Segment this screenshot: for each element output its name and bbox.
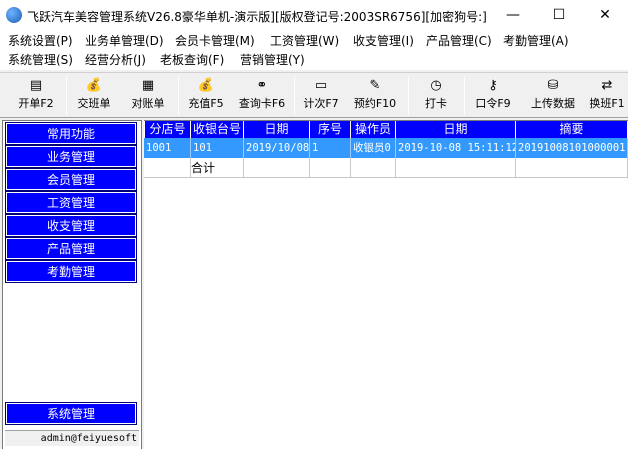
data-grid: 分店号 收银台号 日期 序号 操作员 日期 摘要 1001 101 2019/1… xyxy=(144,120,628,449)
menu-products[interactable]: 产品管理(C) xyxy=(424,32,494,50)
menu-analysis[interactable]: 经营分析(J) xyxy=(83,51,148,69)
binoculars-icon: ⚭ xyxy=(256,78,268,93)
password-button[interactable]: ⚷ 口令F9 xyxy=(468,76,518,116)
column-header[interactable]: 日期 xyxy=(244,121,310,138)
total-label: 合计 xyxy=(191,158,244,178)
money-bag-icon: 💰 xyxy=(85,78,103,93)
table-cell: 收银员0 xyxy=(351,138,396,158)
menu-income-expense[interactable]: 收支管理(I) xyxy=(351,32,416,50)
column-header[interactable]: 摘要 xyxy=(516,121,628,138)
toolbar-label: 计次F7 xyxy=(303,97,339,110)
shift-report-button[interactable]: 💰 交班单 xyxy=(70,76,118,116)
toolbar-separator xyxy=(294,77,295,115)
table-cell xyxy=(516,158,628,178)
table-cell xyxy=(351,158,396,178)
menu-system-admin[interactable]: 系统管理(S) xyxy=(6,51,75,69)
grid-header: 分店号 收银台号 日期 序号 操作员 日期 摘要 xyxy=(144,121,628,138)
app-logo-icon xyxy=(6,7,22,23)
booking-icon: ✎ xyxy=(369,78,381,93)
sidebar-item-members[interactable]: 会员管理 xyxy=(5,168,137,191)
column-header[interactable]: 分店号 xyxy=(145,121,191,138)
menu-payroll[interactable]: 工资管理(W) xyxy=(268,32,341,50)
toolbar-label: 预约F10 xyxy=(353,97,397,110)
minimize-button[interactable]: — xyxy=(490,0,536,30)
sidebar-item-system[interactable]: 系统管理 xyxy=(5,402,137,425)
column-header[interactable]: 日期 xyxy=(396,121,516,138)
toolbar-label: 交班单 xyxy=(77,97,111,110)
table-cell xyxy=(396,158,516,178)
table-cell: 2019/10/08 xyxy=(244,138,310,158)
table-row[interactable]: 1001 101 2019/10/08 1 收银员0 2019-10-08 15… xyxy=(144,138,628,158)
total-row: 合计 xyxy=(144,158,628,178)
column-header[interactable]: 操作员 xyxy=(351,121,396,138)
toolbar-label: 开单F2 xyxy=(18,97,54,110)
toolbar-label: 充值F5 xyxy=(188,97,224,110)
maximize-button[interactable]: ☐ xyxy=(536,0,582,30)
clock-icon: ◷ xyxy=(430,78,442,93)
table-cell: 20191008101000001-现 xyxy=(516,138,628,158)
shift-icon: ⇄ xyxy=(601,78,613,93)
open-order-icon: ▤ xyxy=(29,78,43,93)
sidebar-item-income[interactable]: 收支管理 xyxy=(5,214,137,237)
menu-system-settings[interactable]: 系统设置(P) xyxy=(6,32,75,50)
booking-button[interactable]: ✎ 预约F10 xyxy=(348,76,402,116)
status-user: admin@feiyuesoft xyxy=(5,430,139,446)
sidebar-item-common[interactable]: 常用功能 xyxy=(5,122,137,145)
menu-marketing[interactable]: 营销管理(Y) xyxy=(238,51,307,69)
close-button[interactable]: ✕ xyxy=(582,0,628,30)
toolbar-label: 对账单 xyxy=(131,97,165,110)
toolbar-label: 换班F1 xyxy=(589,97,625,110)
window-title: 飞跃汽车美容管理系统V26.8豪华单机-演示版][版权登记号:2003SR675… xyxy=(27,10,487,24)
table-cell xyxy=(244,158,310,178)
toolbar-label: 查询卡F6 xyxy=(238,97,286,110)
reconciliation-button[interactable]: ▦ 对账单 xyxy=(124,76,172,116)
clock-in-button[interactable]: ◷ 打卡 xyxy=(414,76,458,116)
toolbar-separator xyxy=(66,77,67,115)
toolbar-label: 打卡 xyxy=(425,97,447,110)
money-bag-icon: 💰 xyxy=(197,78,215,93)
column-header[interactable]: 收银台号 xyxy=(191,121,244,138)
sidebar: 常用功能 业务管理 会员管理 工资管理 收支管理 产品管理 考勤管理 系统管理 … xyxy=(2,120,142,449)
open-order-button[interactable]: ▤ 开单F2 xyxy=(10,76,62,116)
menu-member-cards[interactable]: 会员卡管理(M) xyxy=(173,32,257,50)
ledger-icon: ▦ xyxy=(141,78,155,93)
menu-boss-query[interactable]: 老板查询(F) xyxy=(158,51,226,69)
recharge-button[interactable]: 💰 充值F5 xyxy=(182,76,230,116)
change-shift-button[interactable]: ⇄ 换班F1 xyxy=(586,76,628,116)
menu-bar: 系统设置(P) 业务单管理(D) 会员卡管理(M) 工资管理(W) 收支管理(I… xyxy=(0,30,628,70)
query-card-button[interactable]: ⚭ 查询卡F6 xyxy=(233,76,291,116)
table-cell: 2019-10-08 15:11:12 xyxy=(396,138,516,158)
toolbar-separator xyxy=(178,77,179,115)
table-cell: 1001 xyxy=(144,138,191,158)
menu-attendance[interactable]: 考勤管理(A) xyxy=(501,32,571,50)
table-cell: 1 xyxy=(310,138,351,158)
menu-business-orders[interactable]: 业务单管理(D) xyxy=(83,32,166,50)
column-header[interactable]: 序号 xyxy=(310,121,351,138)
sidebar-item-payroll[interactable]: 工资管理 xyxy=(5,191,137,214)
database-icon: ⛁ xyxy=(547,78,559,93)
table-cell xyxy=(144,158,191,178)
sidebar-item-business[interactable]: 业务管理 xyxy=(5,145,137,168)
key-icon: ⚷ xyxy=(488,78,498,93)
card-icon: ▭ xyxy=(314,78,328,93)
table-cell: 101 xyxy=(191,138,244,158)
toolbar-label: 口令F9 xyxy=(475,97,511,110)
table-cell xyxy=(310,158,351,178)
upload-data-button[interactable]: ⛁ 上传数据 xyxy=(524,76,582,116)
toolbar: ▤ 开单F2 💰 交班单 ▦ 对账单 💰 充值F5 ⚭ 查询卡F6 ▭ 计次F7… xyxy=(0,72,628,118)
sidebar-item-attendance[interactable]: 考勤管理 xyxy=(5,260,137,283)
count-button[interactable]: ▭ 计次F7 xyxy=(298,76,344,116)
sidebar-item-products[interactable]: 产品管理 xyxy=(5,237,137,260)
title-bar: 飞跃汽车美容管理系统V26.8豪华单机-演示版][版权登记号:2003SR675… xyxy=(0,0,628,30)
toolbar-label: 上传数据 xyxy=(531,97,575,110)
toolbar-separator xyxy=(408,77,409,115)
toolbar-separator xyxy=(464,77,465,115)
